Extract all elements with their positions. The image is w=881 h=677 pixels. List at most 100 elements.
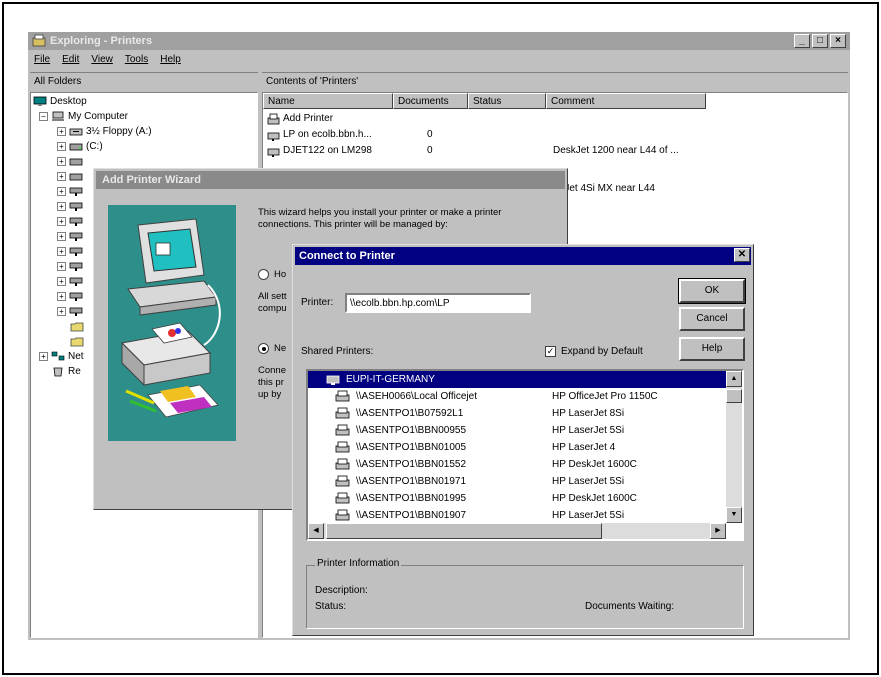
tree-item-drive[interactable]: + <box>57 215 86 229</box>
menu-help[interactable]: Help <box>160 51 181 69</box>
tree-item-drive[interactable]: + <box>57 230 86 244</box>
expand-icon[interactable]: + <box>57 141 66 151</box>
list-item-model: HP LaserJet 8Si <box>552 408 625 419</box>
expand-icon[interactable]: + <box>57 246 66 256</box>
scroll-up-arrow-icon[interactable]: ▲ <box>726 371 742 387</box>
printer-docs: 0 <box>427 145 433 156</box>
expand-icon[interactable]: + <box>57 276 66 286</box>
printer-row[interactable]: LP on ecolb.bbn.h... 0 <box>265 127 825 143</box>
drive-icon <box>69 158 83 166</box>
list-item-printer[interactable]: \\ASENTPO1\BBN01995 HP DeskJet 1600C <box>308 490 726 507</box>
list-item-printer[interactable]: \\ASENTPO1\BBN01552 HP DeskJet 1600C <box>308 456 726 473</box>
list-item-name: EUPI-IT-GERMANY <box>346 374 435 385</box>
tree-item-drive[interactable]: + <box>57 290 86 304</box>
dialog-close-button[interactable]: ✕ <box>734 248 750 262</box>
connect-title[interactable]: Connect to Printer <box>295 247 751 265</box>
printer-information-group: Printer Information Description: Status:… <box>306 558 744 629</box>
list-item-model: HP DeskJet 1600C <box>552 459 637 470</box>
menu-tools[interactable]: Tools <box>125 51 148 69</box>
cancel-button[interactable]: Cancel <box>679 307 745 331</box>
menu-edit[interactable]: Edit <box>62 51 79 69</box>
expand-icon[interactable]: + <box>57 261 66 271</box>
printer-path-input[interactable] <box>345 293 531 313</box>
desktop-icon <box>33 96 47 106</box>
menu-bar: File Edit View Tools Help <box>28 51 850 69</box>
shared-printer-icon <box>335 475 350 487</box>
tree-item-folder[interactable] <box>70 335 87 349</box>
tree-item-c-drive[interactable]: + (C:) <box>57 140 103 154</box>
network-drive-icon <box>69 232 83 241</box>
expand-icon[interactable]: + <box>57 186 66 196</box>
list-item-printer[interactable]: \\ASEH0066\Local Officejet HP OfficeJet … <box>308 388 726 405</box>
tree-item-floppy[interactable]: +3½ Floppy (A:) <box>57 125 152 139</box>
tree-label-recycle-bin: Re <box>68 366 81 377</box>
tree-item-drive[interactable]: + <box>57 170 86 184</box>
list-item-model: HP DeskJet 1600C <box>552 493 637 504</box>
printer-label: Printer: <box>301 297 334 308</box>
list-item-printer[interactable]: \\ASENTPO1\BBN01907 HP LaserJet 5Si <box>308 507 726 524</box>
expand-icon[interactable]: + <box>57 216 66 226</box>
tree-item-folder[interactable] <box>70 320 87 334</box>
computer-icon <box>52 111 64 121</box>
help-button[interactable]: Help <box>679 337 745 361</box>
scroll-right-arrow-icon[interactable]: ▶ <box>710 523 726 539</box>
printer-computer-illustration <box>108 205 236 441</box>
expand-icon[interactable]: + <box>57 201 66 211</box>
expand-icon[interactable]: + <box>57 156 66 166</box>
tree-item-drive[interactable]: + <box>57 185 86 199</box>
tree-item-my-computer[interactable]: − My Computer <box>39 110 128 124</box>
radio-home-user[interactable] <box>258 269 269 280</box>
list-item-domain[interactable]: EUPI-IT-GERMANY <box>308 371 726 388</box>
printer-row[interactable]: DJET122 on LM298 0 DeskJet 1200 near L44… <box>265 143 825 159</box>
vertical-scroll-thumb[interactable] <box>726 389 742 403</box>
expand-icon[interactable]: + <box>57 231 66 241</box>
ok-button[interactable]: OK <box>678 278 746 304</box>
folder-icon <box>70 337 84 347</box>
tree-item-drive[interactable]: + <box>57 155 86 169</box>
scroll-left-arrow-icon[interactable]: ◀ <box>308 523 324 539</box>
minimize-button[interactable]: _ <box>794 34 810 48</box>
tree-item-network[interactable]: + Net <box>39 350 84 364</box>
list-item-printer[interactable]: \\ASENTPO1\BBN00955 HP LaserJet 5Si <box>308 422 726 439</box>
vertical-scrollbar[interactable]: ▲ ▼ <box>726 371 742 523</box>
tree-item-drive[interactable]: + <box>57 200 86 214</box>
printer-row[interactable]: Add Printer <box>265 111 825 127</box>
list-item-printer[interactable]: \\ASENTPO1\BBN01971 HP LaserJet 5Si <box>308 473 726 490</box>
expand-by-default-checkbox[interactable]: ✓ <box>545 346 556 357</box>
tree-item-drive[interactable]: + <box>57 245 86 259</box>
column-name[interactable]: Name <box>263 93 393 109</box>
expand-icon[interactable]: + <box>57 126 66 136</box>
shared-printer-icon <box>335 390 350 402</box>
network-drive-icon <box>69 187 83 196</box>
list-item-printer[interactable]: \\ASENTPO1\B07592L1 HP LaserJet 8Si <box>308 405 726 422</box>
shared-printers-list[interactable]: EUPI-IT-GERMANY \\ASEH0066\Local Officej… <box>306 369 744 541</box>
radio-network[interactable] <box>258 343 269 354</box>
close-button[interactable]: × <box>830 34 846 48</box>
expand-icon[interactable]: + <box>57 171 66 181</box>
network-printer-icon <box>267 132 280 141</box>
menu-file[interactable]: File <box>34 51 50 69</box>
tree-item-drive[interactable]: + <box>57 260 86 274</box>
floppy-drive-icon <box>69 128 83 136</box>
expand-icon[interactable]: + <box>39 351 48 361</box>
list-item-printer[interactable]: \\ASENTPO1\BBN01005 HP LaserJet 4 <box>308 439 726 456</box>
wizard-title[interactable]: Add Printer Wizard <box>96 171 565 189</box>
column-status[interactable]: Status <box>468 93 546 109</box>
shared-printer-icon <box>335 407 350 419</box>
tree-item-drive[interactable]: + <box>57 275 86 289</box>
column-comment[interactable]: Comment <box>546 93 706 109</box>
collapse-icon[interactable]: − <box>39 111 48 121</box>
tree-item-desktop[interactable]: Desktop <box>33 95 87 109</box>
expand-icon[interactable]: + <box>57 291 66 301</box>
expand-icon[interactable]: + <box>57 306 66 316</box>
maximize-button[interactable]: □ <box>812 34 828 48</box>
tree-item-recycle-bin[interactable]: Re <box>51 365 81 379</box>
tree-item-drive[interactable]: + <box>57 305 86 319</box>
explorer-titlebar[interactable]: Exploring - Printers _ □ × <box>28 32 850 50</box>
list-item-name: \\ASENTPO1\BBN01005 <box>356 442 467 453</box>
scroll-down-arrow-icon[interactable]: ▼ <box>726 507 742 523</box>
menu-view[interactable]: View <box>91 51 113 69</box>
horizontal-scrollbar[interactable]: ◀ ▶ <box>308 523 726 539</box>
column-documents[interactable]: Documents <box>393 93 468 109</box>
horizontal-scroll-thumb[interactable] <box>326 523 602 539</box>
